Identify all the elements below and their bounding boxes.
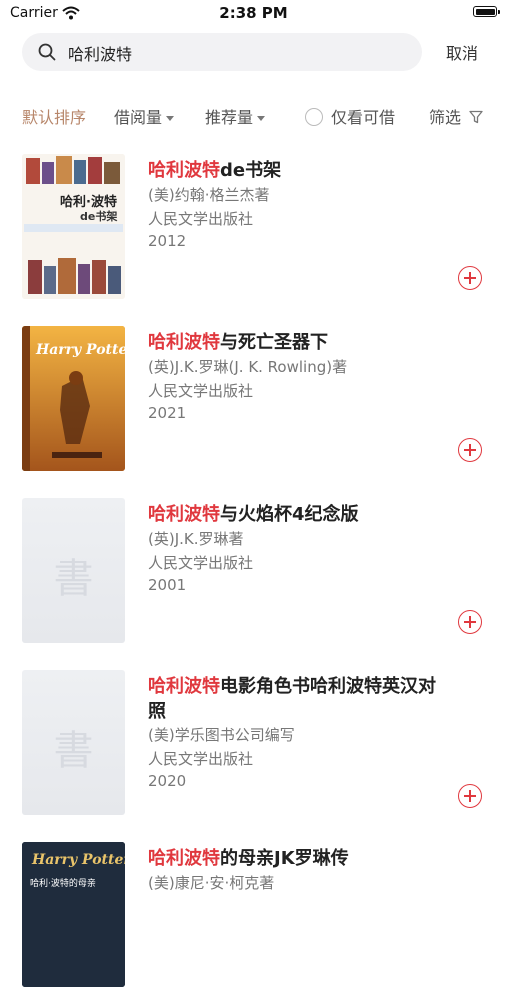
book-placeholder-icon: 書 [53,728,94,774]
filter-label: 筛选 [429,108,462,127]
borrow-count-sort[interactable]: 借阅量 [114,104,175,128]
cover-subtitle: de书架 [80,209,117,223]
filter-button[interactable]: 筛选 [429,104,483,128]
battery-icon [473,6,500,17]
book-author: (美)约翰·格兰杰著 [148,186,270,204]
search-bar[interactable] [22,33,422,73]
recommend-count-label: 推荐量 [205,108,254,127]
title-highlight: 哈利波特 [148,504,220,525]
book-title[interactable]: 哈利波特与火焰杯4纪念版 [148,502,448,527]
book-title[interactable]: 哈利波特的母亲JK罗琳传 [148,846,448,871]
book-publisher: 人民文学出版社 [148,382,254,400]
book-year: 2020 [148,772,187,790]
title-highlight: 哈利波特 [148,676,220,697]
add-button[interactable] [458,610,482,634]
book-author: (美)学乐图书公司编写 [148,726,295,744]
book-placeholder-icon: 書 [53,556,94,602]
cover-title: Harry Potter [35,342,125,358]
filter-bar: 默认排序 借阅量 推荐量 仅看可借 筛选 [0,98,507,132]
available-only-label: 仅看可借 [331,108,396,127]
funnel-icon [469,110,483,123]
list-item[interactable]: Harry Potter 哈利波特与死亡圣器下 (英)J.K.罗琳(J. K. … [0,326,507,486]
book-author: (英)J.K.罗琳著 [148,530,244,548]
status-bar: Carrier 2:38 PM [0,0,507,28]
book-title[interactable]: 哈利波特de书架 [148,158,448,183]
book-cover: Harry Potter 哈利·波特的母亲 [22,842,125,987]
list-item[interactable]: Harry Potter 哈利·波特的母亲 哈利波特的母亲JK罗琳传 (美)康尼… [0,842,507,1002]
cover-title: Harry Potter [31,852,125,868]
caret-down-icon [166,116,175,121]
book-author: (英)J.K.罗琳(J. K. Rowling)著 [148,358,348,376]
status-time: 2:38 PM [219,4,288,22]
book-title[interactable]: 哈利波特与死亡圣器下 [148,330,448,355]
add-button[interactable] [458,266,482,290]
cancel-button[interactable]: 取消 [446,40,478,64]
list-item[interactable]: 哈利·波特 de书架 哈利波特de书架 (美)约翰·格兰杰著 人民文学出版社 2… [0,154,507,314]
cover-title: 哈利·波特 [60,194,117,210]
radio-icon [305,107,323,126]
book-publisher: 人民文学出版社 [148,750,254,768]
title-rest: de书架 [220,160,282,181]
book-cover: 哈利·波特 de书架 [22,154,125,299]
book-cover-placeholder: 書 [22,498,125,643]
title-rest: 与火焰杯4纪念版 [220,504,359,525]
book-year: 2012 [148,232,187,250]
title-highlight: 哈利波特 [148,160,220,181]
list-item[interactable]: 書 哈利波特与火焰杯4纪念版 (英)J.K.罗琳著 人民文学出版社 2001 [0,498,507,658]
book-title[interactable]: 哈利波特电影角色书哈利波特英汉对照 [148,674,448,724]
book-publisher: 人民文学出版社 [148,210,254,228]
borrow-count-label: 借阅量 [114,108,163,127]
book-author: (美)康尼·安·柯克著 [148,874,275,892]
available-only-toggle[interactable]: 仅看可借 [305,104,395,128]
title-rest: 的母亲JK罗琳传 [220,848,349,869]
book-publisher: 人民文学出版社 [148,554,254,572]
book-year: 2001 [148,576,187,594]
cover-subtitle: 哈利·波特的母亲 [30,877,96,889]
book-year: 2021 [148,404,187,422]
default-sort-tab[interactable]: 默认排序 [22,104,86,128]
search-icon [38,43,56,65]
book-cover: Harry Potter [22,326,125,471]
caret-down-icon [257,116,266,121]
title-highlight: 哈利波特 [148,332,220,353]
recommend-count-sort[interactable]: 推荐量 [205,104,266,128]
book-cover-placeholder: 書 [22,670,125,815]
search-input[interactable] [66,33,410,73]
title-highlight: 哈利波特 [148,848,220,869]
title-rest: 与死亡圣器下 [220,332,328,353]
list-item[interactable]: 書 哈利波特电影角色书哈利波特英汉对照 (美)学乐图书公司编写 人民文学出版社 … [0,670,507,830]
add-button[interactable] [458,438,482,462]
add-button[interactable] [458,784,482,808]
